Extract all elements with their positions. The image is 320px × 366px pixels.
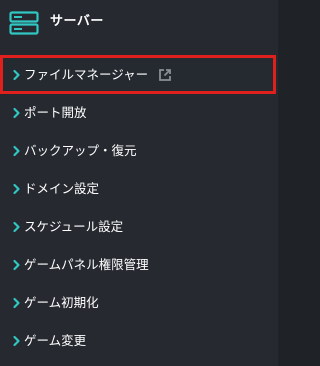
section-title: サーバー bbox=[50, 14, 104, 29]
menu-item-port-open[interactable]: ポート開放 bbox=[0, 94, 278, 132]
chevron-right-icon bbox=[13, 183, 20, 195]
menu-item-label: ポート開放 bbox=[24, 105, 87, 120]
chevron-right-icon bbox=[13, 107, 20, 119]
chevron-right-icon bbox=[13, 221, 20, 233]
chevron-right-icon bbox=[13, 297, 20, 309]
menu-item-label: ゲームパネル権限管理 bbox=[24, 257, 149, 272]
chevron-right-icon bbox=[13, 335, 20, 347]
server-icon bbox=[9, 11, 39, 35]
chevron-right-icon bbox=[13, 259, 20, 271]
menu-item-label: スケジュール設定 bbox=[24, 219, 124, 234]
menu-item-game-panel-permissions[interactable]: ゲームパネル権限管理 bbox=[0, 246, 278, 284]
menu-item-schedule-settings[interactable]: スケジュール設定 bbox=[0, 208, 278, 246]
server-menu-panel: サーバー ファイルマネージャー ポート開放 バックアップ・復元 ドメイン設定 ス… bbox=[0, 0, 278, 366]
menu-item-label: ゲーム変更 bbox=[24, 333, 87, 348]
section-header: サーバー bbox=[0, 0, 278, 44]
menu-item-backup-restore[interactable]: バックアップ・復元 bbox=[0, 132, 278, 170]
external-link-icon bbox=[159, 68, 171, 81]
menu-item-file-manager[interactable]: ファイルマネージャー bbox=[0, 55, 276, 94]
chevron-right-icon bbox=[13, 145, 20, 157]
menu-item-domain-settings[interactable]: ドメイン設定 bbox=[0, 170, 278, 208]
server-menu: ファイルマネージャー ポート開放 バックアップ・復元 ドメイン設定 スケジュール… bbox=[0, 55, 278, 360]
menu-item-label: ドメイン設定 bbox=[24, 181, 100, 196]
menu-item-game-change[interactable]: ゲーム変更 bbox=[0, 322, 278, 360]
chevron-right-icon bbox=[13, 69, 20, 80]
menu-item-game-reset[interactable]: ゲーム初期化 bbox=[0, 284, 278, 322]
menu-item-label: バックアップ・復元 bbox=[24, 143, 137, 158]
menu-item-label: ファイルマネージャー bbox=[24, 66, 149, 82]
menu-item-label: ゲーム初期化 bbox=[24, 295, 99, 310]
